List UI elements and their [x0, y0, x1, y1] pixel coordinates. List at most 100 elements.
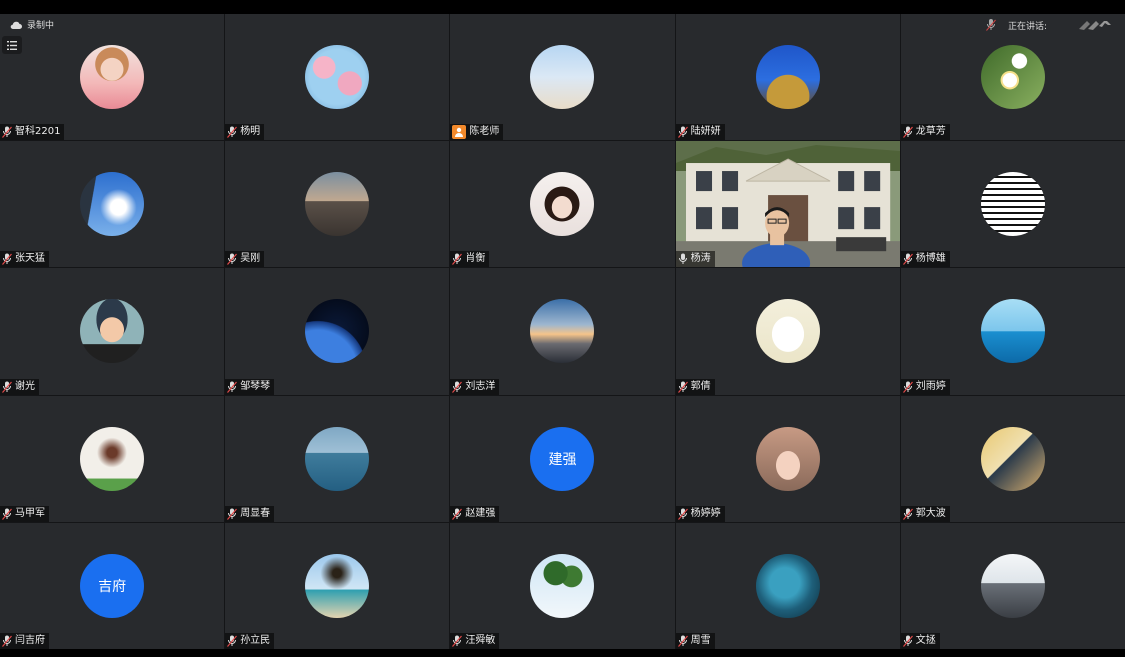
participant-tile[interactable]: 周显春	[225, 395, 450, 522]
participant-tile[interactable]: 龙草芳	[900, 14, 1125, 141]
recording-label: 录制中	[27, 21, 55, 31]
mic-muted-icon[interactable]	[902, 508, 913, 520]
mic-muted-icon[interactable]	[452, 253, 463, 266]
participant-tile[interactable]: 刘志洋	[450, 268, 675, 395]
speaker-mic-icon	[986, 19, 996, 31]
mic-muted-icon[interactable]	[227, 635, 238, 647]
participant-name: 邹琴琴	[240, 380, 271, 392]
participant-tile[interactable]: 郭倩	[675, 268, 900, 395]
participant-tile[interactable]: 陈老师	[450, 14, 675, 141]
mic-muted-icon[interactable]	[2, 126, 12, 139]
participant-tile[interactable]: 谢光	[0, 268, 225, 395]
participant-tile[interactable]: 郭大波	[900, 395, 1125, 522]
participant-tile[interactable]: 杨明	[225, 14, 450, 141]
avatar	[980, 172, 1045, 237]
participant-name: 杨婷婷	[690, 507, 721, 519]
participant-tile[interactable]: 文拯	[900, 522, 1125, 649]
mic-icon[interactable]	[678, 253, 688, 265]
speaking-label: 正在讲话:	[1007, 21, 1047, 32]
participant-nameplate: 赵建强	[450, 505, 500, 522]
mic-muted-icon[interactable]	[2, 381, 12, 393]
mic-muted-icon[interactable]	[677, 508, 688, 520]
participant-name: 郭倩	[690, 380, 711, 392]
mic-muted-icon[interactable]	[227, 381, 238, 393]
avatar	[305, 172, 370, 237]
avatar	[755, 426, 820, 491]
participant-tile[interactable]: 刘雨婷	[900, 268, 1125, 395]
participant-tile[interactable]: 汪舜敏	[450, 522, 675, 649]
mic-muted-icon[interactable]	[452, 508, 463, 520]
list-icon	[7, 40, 17, 50]
mic-muted-icon[interactable]	[677, 381, 688, 393]
avatar	[755, 299, 820, 364]
mic-muted-icon[interactable]	[2, 253, 12, 266]
mic-muted-icon[interactable]	[677, 126, 688, 139]
avatar	[755, 553, 820, 618]
mic-muted-icon[interactable]	[902, 635, 913, 647]
participant-nameplate: 文拯	[900, 632, 940, 649]
participant-tile[interactable]: 孙立民	[225, 522, 450, 649]
participant-tile[interactable]: 杨涛	[675, 141, 900, 268]
cloud-icon	[10, 21, 22, 29]
avatar	[305, 45, 370, 110]
participant-nameplate: 张天猛	[0, 251, 49, 268]
mic-muted-icon[interactable]	[452, 635, 463, 647]
participant-tile[interactable]: 建强赵建强	[450, 395, 675, 522]
participant-nameplate: 郭大波	[900, 505, 950, 522]
participant-nameplate: 杨婷婷	[675, 505, 725, 522]
avatar	[980, 426, 1045, 491]
participant-name: 周显春	[240, 507, 271, 519]
participant-tile[interactable]: 吴刚	[225, 141, 450, 268]
avatar	[80, 299, 145, 364]
participant-grid: 智科2201 杨明 陈老师 陆妍妍 龙草芳张天猛 吴刚 肖衡 杨涛 杨博雄谢光 邹琴琴 刘志洋 郭倩 刘…	[0, 14, 1125, 649]
avatar-initials: 吉府	[98, 578, 127, 595]
avatar	[80, 45, 145, 110]
participant-tile[interactable]: 陆妍妍	[675, 14, 900, 141]
avatar	[980, 45, 1045, 110]
participant-tile[interactable]: 邹琴琴	[225, 268, 450, 395]
participant-name: 郭大波	[915, 507, 946, 519]
participant-name: 周雪	[690, 634, 711, 646]
avatar	[755, 45, 820, 110]
participant-name: 龙草芳	[915, 126, 946, 138]
participant-name: 杨涛	[690, 253, 711, 265]
mic-muted-icon[interactable]	[902, 126, 913, 139]
participant-name: 谢光	[15, 380, 35, 392]
participant-tile[interactable]: 肖衡	[450, 141, 675, 268]
participant-tile[interactable]: 张天猛	[0, 141, 225, 268]
mic-muted-icon[interactable]	[227, 126, 238, 139]
participant-tile[interactable]: 杨博雄	[900, 141, 1125, 268]
participant-tile[interactable]: 周雪	[675, 522, 900, 649]
hand-gesture-icon[interactable]	[1077, 18, 1113, 32]
mic-muted-icon[interactable]	[902, 381, 913, 393]
mic-muted-icon[interactable]	[2, 508, 12, 520]
recording-indicator: 录制中	[10, 18, 54, 31]
mic-muted-icon[interactable]	[2, 635, 12, 647]
participant-nameplate: 刘雨婷	[900, 378, 950, 395]
participant-name: 赵建强	[465, 507, 496, 519]
participant-tile[interactable]: 马甲军	[0, 395, 225, 522]
avatar	[80, 426, 145, 491]
participant-tile[interactable]: 吉府 闫吉府	[0, 522, 225, 649]
avatar	[980, 553, 1045, 618]
participant-nameplate: 吴刚	[225, 251, 265, 268]
avatar	[305, 426, 370, 491]
participant-nameplate: 杨博雄	[900, 251, 950, 268]
participant-tile[interactable]: 智科2201	[0, 14, 225, 141]
participant-nameplate: 智科2201	[0, 124, 65, 141]
participant-name: 杨博雄	[915, 253, 946, 265]
mic-muted-icon[interactable]	[227, 253, 238, 266]
mic-muted-icon[interactable]	[902, 253, 913, 266]
participant-name: 张天猛	[15, 253, 45, 265]
avatar	[305, 299, 370, 364]
participant-name: 刘雨婷	[915, 380, 946, 392]
avatar-initials: 建强	[548, 451, 577, 468]
participant-list-button[interactable]	[2, 36, 22, 54]
participant-tile[interactable]: 杨婷婷	[675, 395, 900, 522]
mic-muted-icon[interactable]	[677, 635, 688, 647]
participant-name: 刘志洋	[465, 380, 496, 392]
mic-muted-icon[interactable]	[452, 381, 463, 393]
avatar	[80, 172, 145, 237]
avatar	[530, 553, 595, 618]
mic-muted-icon[interactable]	[227, 508, 238, 520]
